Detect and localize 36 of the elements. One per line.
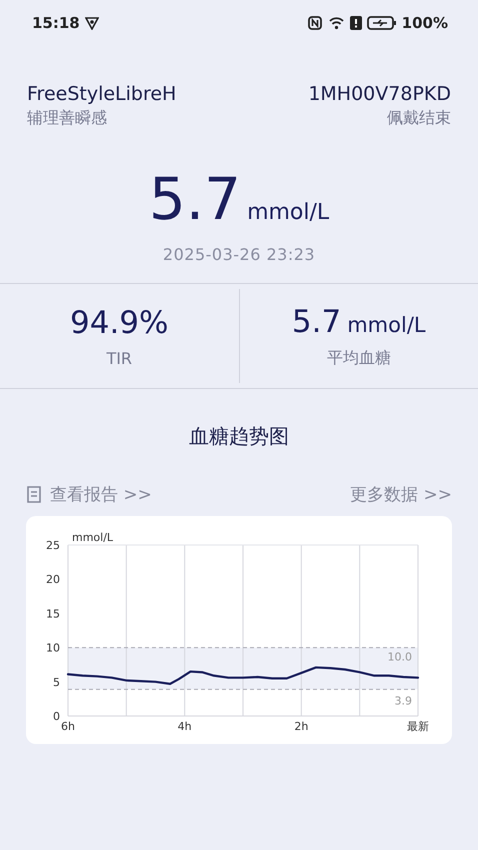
stat-unit: mmol/L	[347, 312, 426, 336]
chart-title: 血糖趋势图	[188, 423, 290, 450]
reference-label: 3.9	[394, 694, 412, 708]
shield-icon	[84, 16, 99, 30]
document-icon	[26, 486, 42, 503]
brand-label: 辅理善瞬感	[27, 108, 108, 129]
stat-label: 平均血糖	[326, 348, 391, 368]
glucose-unit: mmol/L	[247, 200, 330, 225]
more-data-link[interactable]: 更多数据 >>	[350, 483, 452, 506]
serial-number: 1MH00V78PKD	[308, 83, 451, 105]
battery-icon	[366, 16, 397, 30]
reference-label: 10.0	[388, 650, 412, 664]
stat-value: 94.9%	[70, 304, 168, 340]
axis-unit: mmol/L	[72, 531, 114, 544]
wifi-icon	[326, 16, 345, 30]
stat-label: TIR	[106, 348, 132, 368]
y-tick-label: 20	[46, 573, 60, 586]
stat-value: 5.7	[292, 304, 342, 340]
clock: 15:18	[32, 14, 80, 32]
battery-level: 100%	[402, 14, 448, 32]
y-tick-label: 5	[53, 676, 60, 689]
wear-status: 佩戴结束	[386, 108, 451, 129]
y-tick-label: 25	[46, 539, 60, 552]
glucose-value: 5.7	[148, 167, 242, 231]
reading-time: 2025-03-26 23:23	[162, 245, 316, 264]
x-tick-label: 最新	[407, 720, 429, 733]
y-tick-label: 10	[46, 642, 60, 655]
device-name: FreeStyleLibreH	[27, 83, 178, 105]
alert-icon	[350, 16, 362, 30]
x-tick-label: 6h	[61, 720, 75, 733]
x-tick-label: 4h	[178, 720, 192, 733]
report-link[interactable]: 查看报告 >>	[26, 483, 152, 506]
y-tick-label: 0	[53, 710, 60, 723]
y-tick-label: 15	[46, 607, 60, 620]
x-tick-label: 2h	[294, 720, 308, 733]
nfc-icon	[308, 16, 322, 30]
